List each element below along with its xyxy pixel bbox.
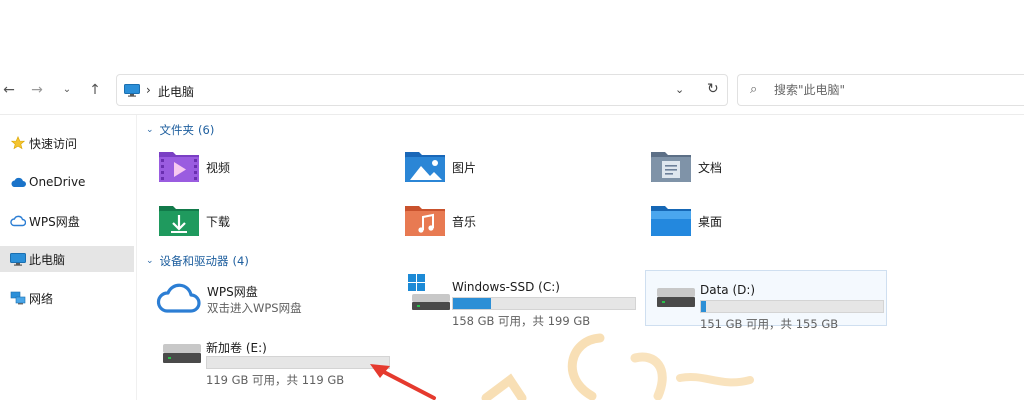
section-title: 设备和驱动器 bbox=[159, 254, 229, 268]
drive-label: 新加卷 (E:) bbox=[206, 341, 267, 355]
arrow-left-icon: ← bbox=[3, 82, 15, 98]
drive-size: 158 GB 可用，共 199 GB bbox=[452, 314, 591, 328]
folder-label: 音乐 bbox=[452, 214, 477, 229]
sidebar-item-label: 此电脑 bbox=[29, 252, 66, 267]
section-count: (4) bbox=[232, 254, 249, 268]
drive-e[interactable]: 新加卷 (E:) 119 GB 可用，共 119 GB bbox=[152, 327, 394, 387]
videos-folder-icon bbox=[158, 148, 200, 187]
network-icon bbox=[10, 291, 26, 305]
pictures-folder-icon bbox=[404, 148, 446, 187]
sidebar-item-onedrive[interactable]: OneDrive bbox=[0, 169, 134, 195]
section-header-folders[interactable]: ⌄ 文件夹 (6) bbox=[146, 122, 214, 138]
back-button[interactable]: ← bbox=[0, 82, 18, 98]
sidebar-item-label: WPS网盘 bbox=[29, 214, 80, 229]
sidebar-item-wps-cloud[interactable]: WPS网盘 bbox=[0, 208, 134, 234]
sidebar-item-label: 网络 bbox=[29, 291, 54, 306]
section-count: (6) bbox=[198, 123, 215, 137]
up-button[interactable]: ↑ bbox=[86, 82, 104, 98]
desktop-folder-icon bbox=[650, 202, 692, 241]
storage-bar bbox=[452, 297, 636, 310]
search-input[interactable] bbox=[774, 81, 1014, 99]
section-title: 文件夹 bbox=[159, 123, 195, 137]
forward-button[interactable]: → bbox=[28, 82, 46, 98]
folder-videos[interactable]: 视频 bbox=[158, 147, 230, 187]
folder-music[interactable]: 音乐 bbox=[404, 201, 476, 241]
folder-label: 下载 bbox=[206, 214, 231, 229]
arrow-up-icon: ↑ bbox=[89, 82, 101, 98]
drive-size: 151 GB 可用，共 155 GB bbox=[700, 317, 839, 331]
drive-label: WPS网盘 bbox=[207, 285, 258, 299]
sidebar-item-label: OneDrive bbox=[29, 175, 86, 189]
address-bar[interactable]: › 此电脑 ⌄ ↻ bbox=[116, 74, 728, 106]
storage-bar-fill bbox=[701, 301, 707, 312]
sidebar-item-this-pc[interactable]: 此电脑 bbox=[0, 246, 134, 272]
sidebar-item-label: 快速访问 bbox=[29, 136, 78, 151]
address-dropdown-button[interactable]: ⌄ bbox=[675, 83, 684, 96]
chevron-down-icon: ⌄ bbox=[146, 256, 154, 266]
drive-icon bbox=[656, 287, 696, 312]
folder-label: 文档 bbox=[698, 160, 723, 175]
documents-folder-icon bbox=[650, 148, 692, 187]
folder-desktop[interactable]: 桌面 bbox=[650, 201, 722, 241]
sidebar-item-quick-access[interactable]: 快速访问 bbox=[0, 130, 134, 156]
drive-label: Windows-SSD (C:) bbox=[452, 280, 560, 294]
recent-locations-button[interactable]: ⌄ bbox=[58, 82, 76, 98]
drive-subtitle: 双击进入WPS网盘 bbox=[207, 301, 302, 315]
drive-icon bbox=[162, 343, 202, 368]
folder-pictures[interactable]: 图片 bbox=[404, 147, 476, 187]
toolbar-divider bbox=[0, 114, 1024, 115]
storage-bar-fill bbox=[453, 298, 492, 309]
breadcrumb-this-pc[interactable]: 此电脑 bbox=[158, 83, 194, 100]
folder-label: 桌面 bbox=[698, 214, 723, 229]
wps-cloud-icon bbox=[10, 214, 26, 228]
storage-bar bbox=[206, 356, 390, 369]
computer-icon bbox=[10, 252, 26, 266]
arrow-right-icon: → bbox=[31, 82, 43, 98]
downloads-folder-icon bbox=[158, 202, 200, 241]
folder-downloads[interactable]: 下载 bbox=[158, 201, 230, 241]
search-box[interactable]: ⌕ bbox=[737, 74, 1024, 106]
pane-divider bbox=[136, 115, 137, 400]
folder-label: 图片 bbox=[452, 160, 477, 175]
refresh-button[interactable]: ↻ bbox=[707, 81, 719, 97]
search-icon: ⌕ bbox=[750, 82, 758, 97]
wps-cloud-drive[interactable]: WPS网盘 双击进入WPS网盘 bbox=[156, 278, 396, 322]
annotation-arrow-icon bbox=[370, 364, 436, 400]
drive-size: 119 GB 可用，共 119 GB bbox=[206, 373, 345, 387]
computer-icon bbox=[124, 84, 140, 100]
folder-label: 视频 bbox=[206, 160, 231, 175]
cloud-icon bbox=[10, 175, 26, 189]
wps-cloud-icon bbox=[156, 281, 202, 318]
drive-c[interactable]: Windows-SSD (C:) 158 GB 可用，共 199 GB bbox=[398, 268, 640, 328]
section-header-devices[interactable]: ⌄ 设备和驱动器 (4) bbox=[146, 253, 249, 269]
drive-label: Data (D:) bbox=[700, 283, 756, 297]
chevron-down-icon: ⌄ bbox=[146, 125, 154, 135]
music-folder-icon bbox=[404, 202, 446, 241]
folder-documents[interactable]: 文档 bbox=[650, 147, 722, 187]
chevron-down-icon: ⌄ bbox=[62, 84, 72, 95]
windows-drive-icon bbox=[408, 274, 452, 315]
star-icon bbox=[10, 136, 26, 150]
storage-bar bbox=[700, 300, 884, 313]
breadcrumb-separator: › bbox=[146, 83, 151, 97]
sidebar-item-network[interactable]: 网络 bbox=[0, 285, 134, 311]
drive-d[interactable]: Data (D:) 151 GB 可用，共 155 GB bbox=[645, 270, 887, 331]
